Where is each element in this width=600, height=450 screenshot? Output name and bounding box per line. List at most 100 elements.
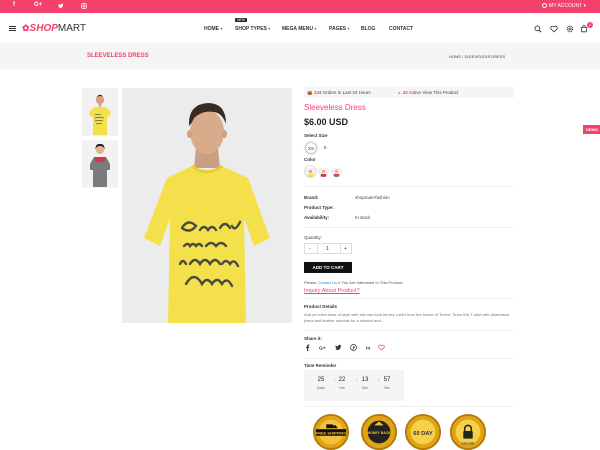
model-in-yellow-tshirt-illustration bbox=[122, 88, 292, 323]
product-price: $6.00 USD bbox=[304, 117, 349, 127]
brand-label: Brand: bbox=[304, 195, 319, 200]
product-stats-bar: 👜 134 Orders In Last 24 Hours ▲ 42 Activ… bbox=[304, 87, 514, 98]
site-logo[interactable]: ✿SHOPMART bbox=[22, 23, 86, 34]
add-to-cart-button[interactable]: ADD TO CART bbox=[304, 262, 352, 273]
wishlist-heart-icon[interactable] bbox=[550, 25, 558, 33]
site-header: ✿SHOPMART NEW HOME ▾ SHOP TYPES ▾ MEGA M… bbox=[0, 13, 600, 43]
pinterest-share-icon[interactable] bbox=[350, 344, 358, 352]
logo-star-icon: ✿ bbox=[22, 23, 30, 33]
breadcrumb[interactable]: HOME / SLEEVELESS DRESS bbox=[449, 54, 505, 59]
active-views-stat: ▲ 42 Active View This Product bbox=[397, 90, 459, 95]
quantity-label: Quantity: bbox=[304, 235, 323, 240]
availability-label: Availability: bbox=[304, 215, 330, 220]
cart-count-badge: 0 bbox=[587, 22, 593, 28]
linkedin-share-icon[interactable]: in bbox=[366, 344, 374, 352]
nav-home[interactable]: HOME ▾ bbox=[204, 26, 222, 32]
divider bbox=[304, 330, 514, 331]
chevron-down-icon: ▾ bbox=[220, 26, 223, 31]
facebook-share-icon[interactable] bbox=[304, 344, 312, 352]
my-account-menu[interactable]: MY ACCOUNT ▾ bbox=[541, 3, 586, 9]
select-size-label: Select Size bbox=[304, 133, 328, 138]
svg-text:G+: G+ bbox=[319, 346, 326, 351]
countdown-timer: 25 Days : 22 Hrs : 13 Min : 57 Sec bbox=[304, 370, 404, 401]
availability-value: In stock bbox=[355, 215, 371, 220]
product-thumbnail-1[interactable] bbox=[82, 88, 118, 136]
countdown-seconds: 57 Sec bbox=[383, 377, 391, 390]
svg-text:FREE SHIPPING: FREE SHIPPING bbox=[316, 430, 347, 435]
chevron-down-icon: ▾ bbox=[268, 26, 271, 31]
gear-icon[interactable] bbox=[566, 25, 574, 33]
share-label: Share it: bbox=[304, 336, 323, 341]
nav-blog[interactable]: BLOG bbox=[361, 26, 375, 32]
color-swatch-grey[interactable] bbox=[331, 166, 342, 177]
svg-text:60 DAY: 60 DAY bbox=[413, 431, 433, 437]
sixty-day-badge-icon: 60 DAY bbox=[404, 413, 442, 450]
color-label: Color bbox=[304, 157, 316, 162]
logo-mart-text: MART bbox=[57, 23, 87, 34]
twitter-icon[interactable] bbox=[58, 3, 64, 11]
page-header-band: SLEEVELESS DRESS HOME / SLEEVELESS DRESS bbox=[0, 43, 600, 69]
svg-text:in: in bbox=[366, 346, 370, 351]
stepper-divider bbox=[317, 244, 318, 253]
quantity-input[interactable]: 1 bbox=[326, 246, 329, 252]
quantity-decrement-button[interactable]: - bbox=[309, 246, 311, 252]
twitter-share-icon[interactable] bbox=[335, 344, 343, 352]
free-shipping-badge-icon: FREE SHIPPING bbox=[312, 413, 350, 450]
user-icon bbox=[541, 3, 547, 8]
chevron-down-icon: ▾ bbox=[583, 3, 586, 9]
divider bbox=[304, 406, 514, 407]
product-thumbnail-2[interactable] bbox=[82, 140, 118, 188]
color-swatch-yellow[interactable] bbox=[305, 166, 316, 177]
logo-shop-text: SHOP bbox=[29, 23, 58, 34]
quantity-increment-button[interactable]: + bbox=[344, 246, 347, 252]
product-title: Sleeveless Dress bbox=[304, 103, 366, 112]
demo-side-tab[interactable]: DEMO bbox=[583, 125, 600, 134]
nav-contact[interactable]: CONTACT bbox=[389, 26, 413, 32]
secure-lock-badge-icon: SECURE bbox=[449, 413, 487, 450]
size-option-s[interactable]: S bbox=[319, 142, 331, 154]
brand-value[interactable]: shopmart-fashion bbox=[355, 195, 390, 200]
contact-us-link[interactable]: Contact Us bbox=[317, 280, 337, 285]
svg-text:MONEY BACK: MONEY BACK bbox=[367, 431, 391, 435]
model-grey-top-thumbnail bbox=[82, 140, 118, 188]
nav-mega-menu[interactable]: MEGA MENU ▾ bbox=[282, 26, 316, 32]
money-back-badge-icon: MONEY BACK bbox=[360, 413, 398, 450]
size-option-xs[interactable]: XS bbox=[305, 142, 317, 154]
product-details-text: Add an extra dose of style with this raw… bbox=[304, 312, 510, 323]
color-swatch-red[interactable] bbox=[318, 166, 329, 177]
contact-note: Please Contact Us If You Are Interested … bbox=[304, 280, 404, 285]
new-badge: NEW bbox=[235, 18, 248, 22]
stepper-divider bbox=[340, 244, 341, 253]
chevron-down-icon: ▾ bbox=[347, 26, 350, 31]
nav-shop-types[interactable]: SHOP TYPES ▾ bbox=[235, 26, 270, 32]
google-plus-icon[interactable]: G+ bbox=[34, 2, 42, 8]
product-type-label: Product Type: bbox=[304, 205, 334, 210]
product-main-image[interactable] bbox=[122, 88, 292, 323]
divider bbox=[304, 227, 514, 228]
search-icon[interactable] bbox=[534, 25, 542, 33]
heart-icon[interactable] bbox=[378, 344, 386, 352]
model-yellow-tshirt-thumbnail bbox=[82, 88, 118, 136]
top-bar: f G+ MY ACCOUNT ▾ bbox=[0, 0, 600, 13]
divider bbox=[304, 186, 514, 187]
chevron-down-icon: ▾ bbox=[314, 26, 317, 31]
divider bbox=[304, 298, 514, 299]
nav-pages[interactable]: PAGES ▾ bbox=[329, 26, 350, 32]
hamburger-menu-icon[interactable] bbox=[9, 26, 16, 31]
countdown-minutes: 13 Min bbox=[361, 377, 369, 390]
countdown-hours: 22 Hrs bbox=[338, 377, 346, 390]
fire-icon: 👜 bbox=[307, 90, 313, 95]
time-reminder-label: Time Reminder bbox=[304, 363, 337, 368]
quantity-stepper: - 1 + bbox=[304, 243, 352, 254]
my-account-label: MY ACCOUNT bbox=[548, 3, 583, 9]
orders-stat: 👜 134 Orders In Last 24 Hours bbox=[307, 90, 371, 95]
facebook-icon[interactable]: f bbox=[13, 2, 15, 8]
inquiry-link[interactable]: Inquiry About Product? bbox=[304, 288, 360, 294]
instagram-icon[interactable] bbox=[81, 3, 87, 11]
svg-text:SECURE: SECURE bbox=[462, 441, 475, 445]
product-details-label: Product Details bbox=[304, 304, 338, 309]
warning-icon: ▲ bbox=[397, 90, 402, 95]
divider bbox=[304, 358, 514, 359]
google-plus-share-icon[interactable]: G+ bbox=[319, 344, 327, 352]
countdown-days: 25 Days bbox=[317, 377, 325, 390]
